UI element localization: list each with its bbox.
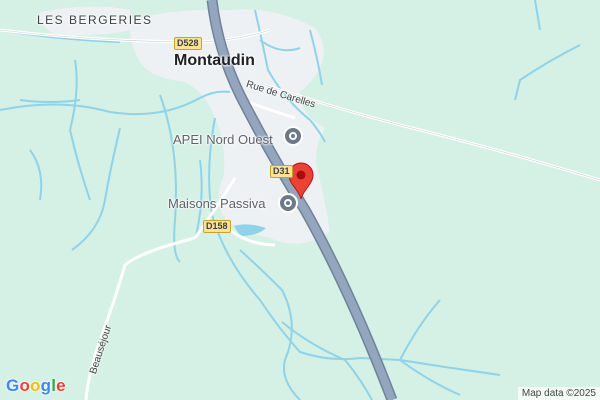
logo-letter: g xyxy=(40,376,52,395)
poi-icon[interactable] xyxy=(283,126,303,146)
poi-label-passiva[interactable]: Maisons Passiva xyxy=(168,196,266,211)
map-canvas[interactable] xyxy=(0,0,600,400)
logo-letter: G xyxy=(6,376,20,395)
logo-letter: e xyxy=(56,376,66,395)
poi-icon[interactable] xyxy=(278,193,298,213)
town-label[interactable]: Montaudin xyxy=(174,52,255,70)
poi-label-apei[interactable]: APEI Nord Ouest xyxy=(173,132,273,147)
road-shield-d528: D528 xyxy=(174,37,202,50)
logo-letter: o xyxy=(19,376,31,395)
map-attribution[interactable]: Map data ©2025 xyxy=(517,387,600,400)
logo-letter: o xyxy=(30,376,41,395)
road-shield-d31: D31 xyxy=(270,165,293,178)
road-shield-d158: D158 xyxy=(203,220,231,233)
google-logo: Google xyxy=(6,376,66,396)
district-label: LES BERGERIES xyxy=(37,13,153,27)
